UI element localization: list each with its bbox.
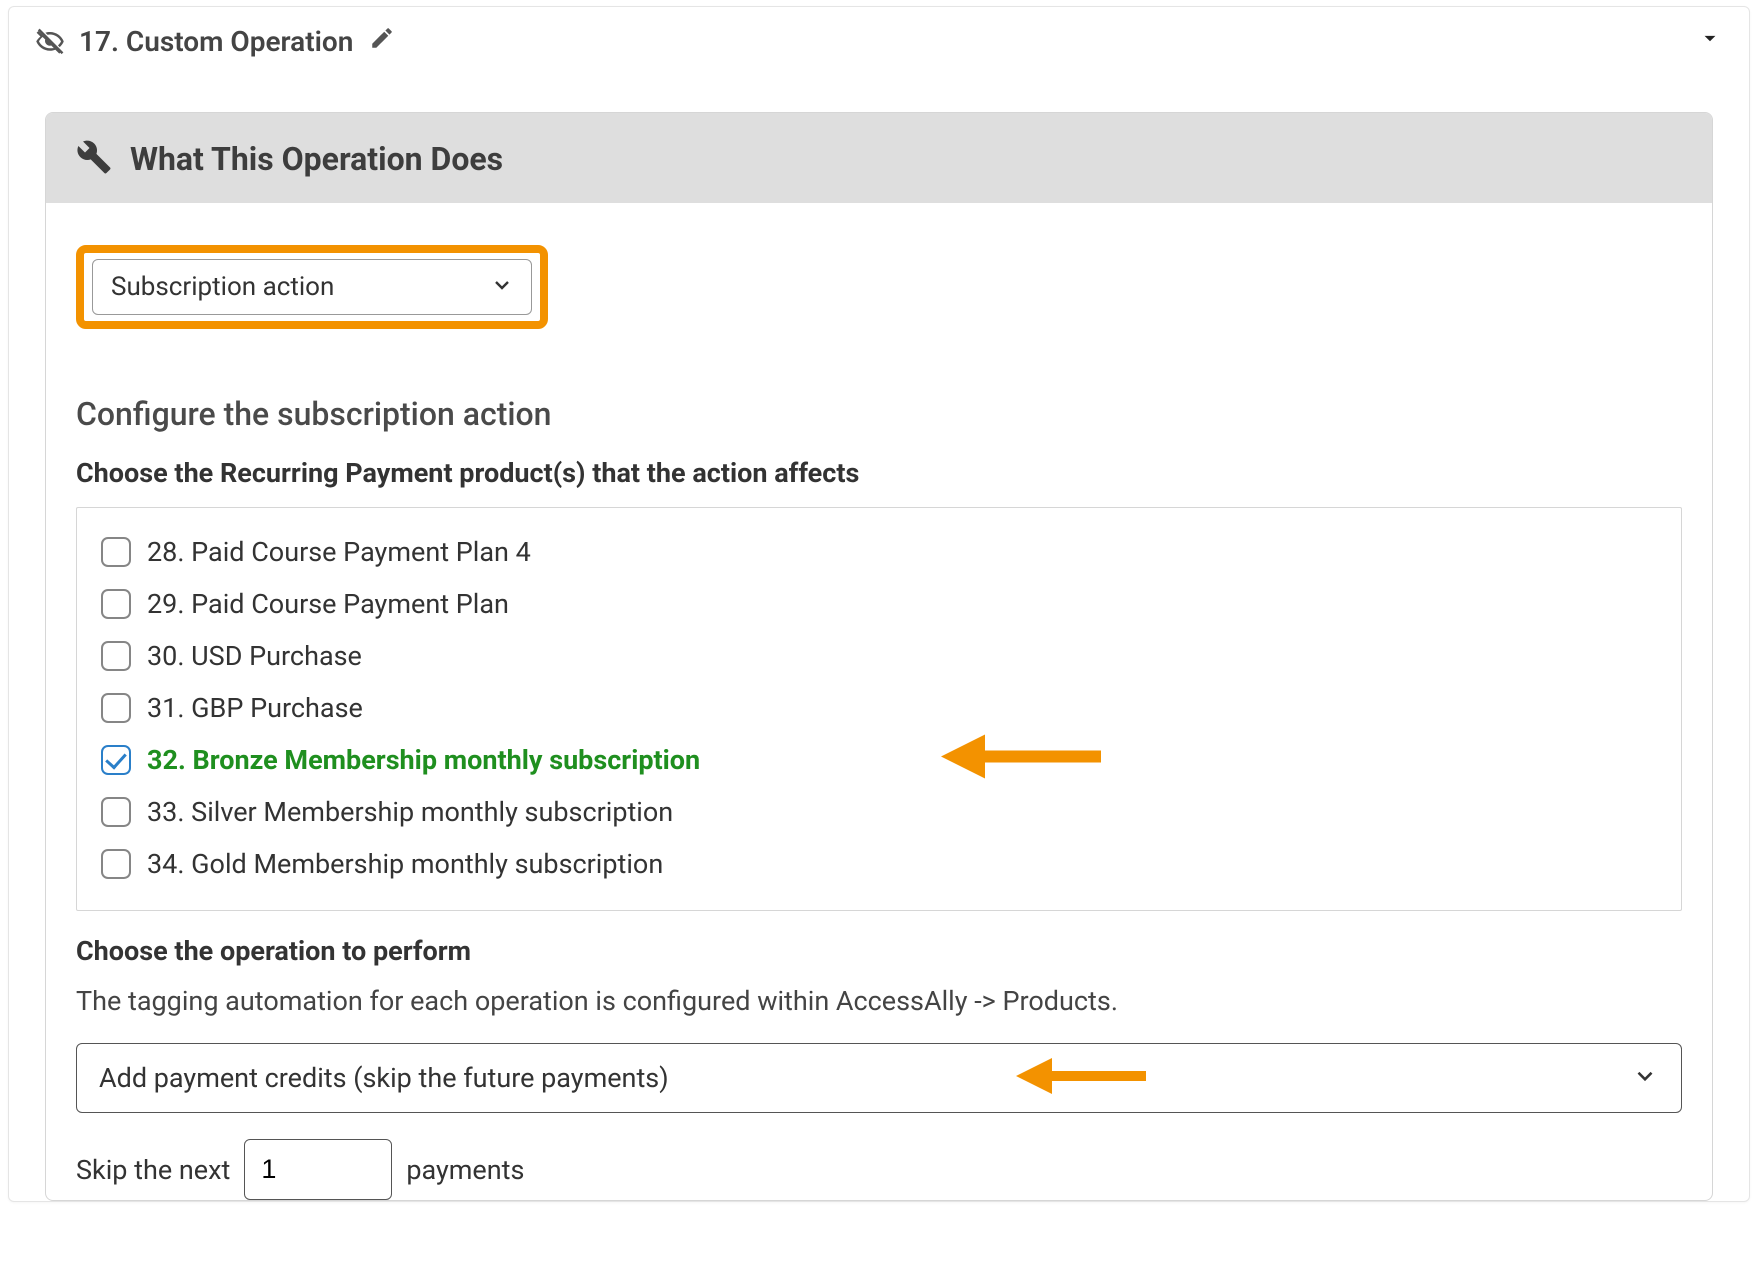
product-row: 28. Paid Course Payment Plan 4 (101, 526, 1657, 578)
skip-prefix: Skip the next (76, 1154, 230, 1186)
product-row: 29. Paid Course Payment Plan (101, 578, 1657, 630)
skip-row: Skip the next payments (76, 1139, 1682, 1200)
product-list: 28. Paid Course Payment Plan 4 29. Paid C… (76, 507, 1682, 911)
skip-suffix: payments (406, 1154, 524, 1186)
operation-subhead: Choose the operation to perform (76, 935, 1682, 967)
product-checkbox[interactable] (101, 849, 131, 879)
operation-card: 17. Custom Operation What This Operation… (8, 6, 1750, 1202)
product-checkbox[interactable] (101, 797, 131, 827)
panel-header: What This Operation Does (46, 113, 1712, 203)
product-label: 28. Paid Course Payment Plan 4 (147, 536, 531, 568)
panel-body: Subscription action Configure the subscr… (46, 203, 1712, 1200)
skip-count-input[interactable] (244, 1139, 392, 1200)
arrow-annotation-icon (941, 729, 1101, 792)
product-checkbox[interactable] (101, 641, 131, 671)
product-label: 31. GBP Purchase (147, 692, 363, 724)
product-row: 31. GBP Purchase (101, 682, 1657, 734)
panel-title: What This Operation Does (130, 140, 503, 178)
action-select[interactable]: Subscription action (92, 259, 532, 315)
operation-select-wrap: Add payment credits (skip the future pay… (76, 1043, 1682, 1113)
operation-select[interactable]: Add payment credits (skip the future pay… (76, 1043, 1682, 1113)
product-checkbox[interactable] (101, 745, 131, 775)
product-checkbox[interactable] (101, 537, 131, 567)
operation-panel: What This Operation Does Subscription ac… (45, 112, 1713, 1201)
product-row: 34. Gold Membership monthly subscription (101, 838, 1657, 890)
helper-text: The tagging automation for each operatio… (76, 985, 1682, 1017)
product-label: 32. Bronze Membership monthly subscripti… (147, 744, 700, 776)
product-row: 33. Silver Membership monthly subscripti… (101, 786, 1657, 838)
visibility-off-icon (35, 27, 65, 57)
action-select-wrap: Subscription action (92, 259, 532, 315)
wrench-icon (76, 139, 112, 179)
product-label: 34. Gold Membership monthly subscription (147, 848, 663, 880)
product-row: 30. USD Purchase (101, 630, 1657, 682)
product-row: 32. Bronze Membership monthly subscripti… (101, 734, 1657, 786)
product-subhead: Choose the Recurring Payment product(s) … (76, 457, 1682, 489)
card-title: 17. Custom Operation (79, 25, 353, 58)
product-checkbox[interactable] (101, 589, 131, 619)
card-header: 17. Custom Operation (9, 7, 1749, 74)
product-label: 33. Silver Membership monthly subscripti… (147, 796, 673, 828)
collapse-toggle-icon[interactable] (1697, 25, 1723, 58)
product-checkbox[interactable] (101, 693, 131, 723)
section-title: Configure the subscription action (76, 395, 1682, 433)
action-select-highlight: Subscription action (76, 245, 548, 329)
product-label: 29. Paid Course Payment Plan (147, 588, 509, 620)
product-label: 30. USD Purchase (147, 640, 362, 672)
edit-icon[interactable] (369, 25, 395, 58)
